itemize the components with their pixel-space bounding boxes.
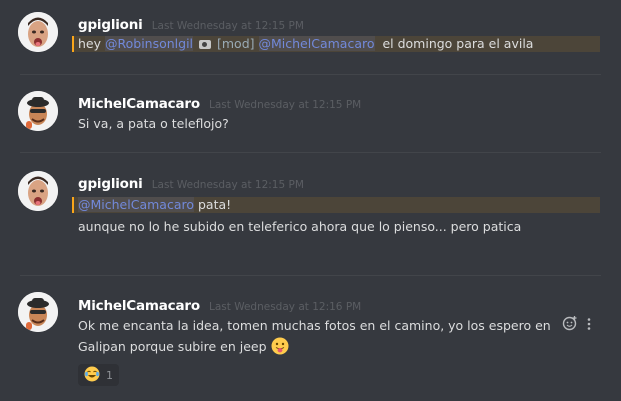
mod-tag: [mod] bbox=[217, 36, 255, 51]
avatar-michelcamacaro[interactable] bbox=[18, 292, 58, 332]
timestamp: Last Wednesday at 12:15 PM bbox=[209, 99, 362, 111]
camera-icon bbox=[199, 40, 212, 49]
mention-robinsonlgil[interactable]: @Robinsonlgil bbox=[104, 36, 194, 51]
message-header: MichelCamacaro Last Wednesday at 12:16 P… bbox=[78, 295, 361, 314]
mention-michelcamacaro[interactable]: @MichelCamacaro bbox=[258, 36, 375, 51]
text-segment: pata! bbox=[194, 197, 232, 212]
message-header: gpiglioni Last Wednesday at 12:15 PM bbox=[78, 14, 304, 33]
more-options-icon[interactable] bbox=[586, 316, 592, 335]
timestamp: Last Wednesday at 12:16 PM bbox=[209, 301, 362, 313]
username[interactable]: MichelCamacaro bbox=[78, 96, 200, 112]
mention-michelcamacaro[interactable]: @MichelCamacaro bbox=[78, 197, 194, 212]
joy-emoji-icon bbox=[84, 366, 100, 385]
message-divider bbox=[20, 152, 601, 153]
message-actions bbox=[562, 315, 592, 335]
message-header: MichelCamacaro Last Wednesday at 12:15 P… bbox=[78, 93, 361, 112]
timestamp: Last Wednesday at 12:15 PM bbox=[151, 20, 304, 32]
username[interactable]: MichelCamacaro bbox=[78, 298, 200, 314]
michelcamacaro-avatar-image bbox=[18, 91, 58, 131]
text-segment: hey bbox=[78, 36, 105, 51]
chat-messages: gpiglioni Last Wednesday at 12:15 PM hey… bbox=[0, 0, 621, 401]
username[interactable]: gpiglioni bbox=[78, 176, 143, 192]
username[interactable]: gpiglioni bbox=[78, 17, 143, 33]
tongue-emoji-icon bbox=[271, 337, 289, 355]
text-segment: el domingo para el avila bbox=[374, 36, 534, 51]
message-text: Ok me encanta la idea, tomen muchas foto… bbox=[78, 318, 551, 333]
reaction-count: 1 bbox=[106, 368, 113, 382]
message-divider bbox=[20, 74, 601, 75]
gpiglioni-avatar-image bbox=[18, 12, 58, 52]
avatar-gpiglioni[interactable] bbox=[18, 12, 58, 52]
avatar-gpiglioni[interactable] bbox=[18, 171, 58, 211]
timestamp: Last Wednesday at 12:15 PM bbox=[151, 179, 304, 191]
michelcamacaro-avatar-image bbox=[18, 292, 58, 332]
gpiglioni-avatar-image bbox=[18, 171, 58, 211]
message-text: hey @Robinsonlgil [mod] @MichelCamacaro … bbox=[78, 35, 533, 53]
add-reaction-icon[interactable] bbox=[562, 315, 578, 335]
message-header: gpiglioni Last Wednesday at 12:15 PM bbox=[78, 173, 304, 192]
message-divider bbox=[20, 275, 601, 276]
message-text: @MichelCamacaro pata! bbox=[78, 196, 231, 214]
avatar-michelcamacaro[interactable] bbox=[18, 91, 58, 131]
message-text: aunque no lo he subido en teleferico aho… bbox=[78, 219, 522, 234]
message-text: Si va, a pata o teleflojo? bbox=[78, 116, 229, 131]
text-segment: Galipan porque subire en jeep bbox=[78, 339, 267, 354]
reaction-joy[interactable]: 1 bbox=[78, 364, 119, 386]
message-text: Galipan porque subire en jeep bbox=[78, 337, 289, 356]
